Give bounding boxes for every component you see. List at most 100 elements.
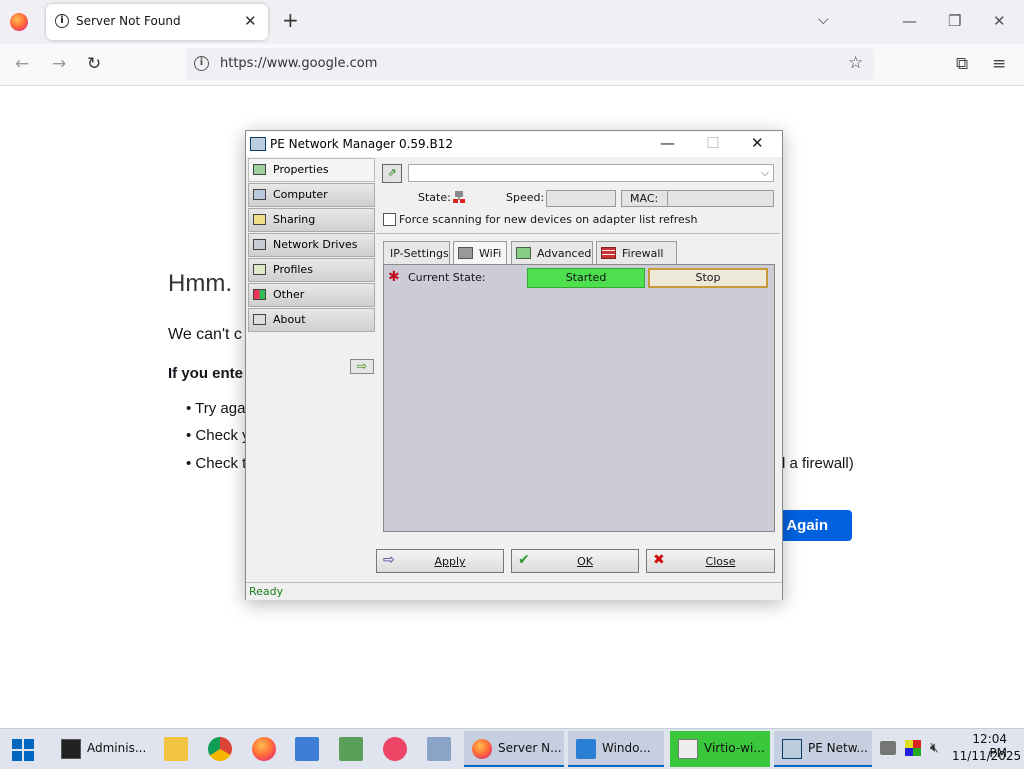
profiles-icon [253, 264, 266, 275]
wifi-tab-pane: ✱ Current State: Started Stop [383, 264, 775, 532]
advanced-icon [516, 247, 531, 259]
site-info-icon[interactable]: i [194, 56, 209, 71]
wifi-icon [458, 247, 473, 259]
dialog-titlebar[interactable]: PE Network Manager 0.59.B12 — ☐ ✕ [246, 131, 782, 157]
sidebar-item-about[interactable]: About [248, 308, 375, 332]
state-label: State: [418, 191, 451, 204]
file-explorer-icon[interactable] [164, 737, 188, 761]
dialog-maximize-icon[interactable]: ☐ [706, 133, 719, 153]
sidebar-item-profiles[interactable]: Profiles [248, 258, 375, 282]
new-tab-plus-icon[interactable]: + [282, 10, 299, 30]
speed-label: Speed: [506, 191, 545, 204]
properties-panel: ⇗ ⌵ State: Speed: MAC: Force scanning fo… [376, 157, 780, 573]
volume-mute-icon[interactable]: 🔇︎ [930, 740, 939, 756]
speed-value [546, 190, 616, 207]
restore-icon[interactable]: ❐ [948, 12, 961, 30]
dialog-sidebar: Properties Computer Sharing Network Driv… [246, 157, 376, 582]
about-icon [253, 314, 266, 325]
taskbar-item-pe-network[interactable]: PE Netw... [774, 731, 872, 767]
adapter-dropdown[interactable]: ⌵ [408, 164, 774, 182]
tab-bar: i Server Not Found ✕ + ⌵ — ❐ ✕ [0, 0, 1024, 44]
network-state-icon [453, 191, 465, 203]
reload-icon[interactable]: ↻ [87, 54, 101, 74]
monitor-icon [576, 739, 596, 759]
tab-firewall[interactable]: Firewall [596, 241, 677, 264]
sidebar-item-computer[interactable]: Computer [248, 183, 375, 207]
taskbar-item-virtio[interactable]: Virtio-wi... [670, 731, 770, 767]
sharing-folder-icon [253, 214, 266, 225]
sidebar-item-network-drives[interactable]: Network Drives [248, 233, 375, 257]
calculator-icon[interactable] [427, 737, 451, 761]
taskbar-item-terminal[interactable]: Adminis... [53, 731, 153, 767]
windows-start-icon[interactable] [12, 739, 34, 761]
clock-date[interactable]: 11/11/2025 [952, 749, 1021, 763]
sidebar-item-sharing[interactable]: Sharing [248, 208, 375, 232]
minimize-icon[interactable]: — [902, 12, 917, 30]
gear-status-icon: ✱ [388, 269, 400, 285]
list-tabs-chevron-icon[interactable]: ⌵ [818, 12, 829, 28]
status-bar: Ready [246, 582, 782, 600]
chevron-down-icon: ⌵ [760, 166, 769, 179]
firefox-logo-icon[interactable] [10, 13, 28, 31]
stop-button[interactable]: Stop [648, 268, 768, 288]
url-bar[interactable]: i https://www.google.com ☆ [186, 48, 874, 80]
bullet-tail-text: d a firewall) [777, 455, 854, 472]
taskbar-item-firefox[interactable]: Server N... [464, 731, 564, 767]
network-manager-icon [250, 137, 266, 151]
force-scan-label[interactable]: Force scanning for new devices on adapte… [399, 213, 698, 226]
paint-icon[interactable] [383, 737, 407, 761]
apply-button[interactable]: ⇨ Apply [376, 549, 504, 573]
tab-wifi[interactable]: WiFi [453, 241, 507, 264]
dialog-title: PE Network Manager 0.59.B12 [270, 137, 453, 151]
network-tray-icon[interactable] [880, 741, 896, 755]
error-text: We can't c [168, 326, 242, 343]
dialog-minimize-icon[interactable]: — [660, 133, 675, 153]
menu-hamburger-icon[interactable]: ≡ [992, 54, 1006, 74]
tab-advanced[interactable]: Advanced [511, 241, 593, 264]
bullet-item: • Try aga [186, 400, 246, 417]
firefox-icon[interactable] [252, 737, 276, 761]
sidebar-item-properties[interactable]: Properties [248, 158, 375, 182]
bullet-item: • Check y [186, 427, 250, 444]
firewall-brick-icon [601, 247, 616, 259]
spreadsheet-icon[interactable] [339, 737, 363, 761]
tab-close-icon[interactable]: ✕ [244, 12, 257, 30]
computer-icon [253, 189, 266, 200]
status-text: Ready [249, 585, 284, 598]
force-scan-checkbox[interactable] [383, 213, 396, 226]
notes-icon[interactable] [295, 737, 319, 761]
firefox-icon [472, 739, 492, 759]
mac-box: MAC: [621, 190, 774, 207]
window-close-icon[interactable]: ✕ [993, 12, 1006, 30]
error-hint: If you ente [168, 365, 244, 382]
dialog-close-icon[interactable]: ✕ [751, 133, 764, 153]
close-button[interactable]: ✖ Close [646, 549, 775, 573]
sidebar-collapse-arrow-icon[interactable]: ⇨ [350, 359, 374, 374]
bullet-item: • Check t [186, 455, 247, 472]
url-text[interactable]: https://www.google.com [220, 56, 377, 71]
sidebar-item-other[interactable]: Other [248, 283, 375, 307]
ok-button[interactable]: ✔ OK [511, 549, 639, 573]
pe-network-manager-window: PE Network Manager 0.59.B12 — ☐ ✕ Proper… [245, 130, 783, 600]
tab-ip-settings[interactable]: IP-Settings [383, 241, 450, 264]
current-state-label: Current State: [408, 271, 486, 284]
info-icon: i [55, 14, 69, 28]
other-icon [253, 289, 266, 300]
tab-title: Server Not Found [76, 14, 181, 28]
browser-tab[interactable]: i Server Not Found ✕ [46, 4, 268, 40]
adapter-go-button[interactable]: ⇗ [382, 164, 402, 183]
mac-value [667, 191, 774, 206]
chrome-icon[interactable] [208, 737, 232, 761]
terminal-icon [61, 739, 81, 759]
color-tray-icon[interactable] [905, 740, 921, 756]
extensions-icon[interactable]: ⧉ [956, 54, 968, 74]
forward-arrow-icon[interactable]: → [52, 54, 66, 74]
mac-label: MAC: [630, 192, 659, 205]
taskbar-item-windows[interactable]: Windo... [568, 731, 664, 767]
properties-icon [253, 164, 266, 175]
installer-icon [678, 739, 698, 759]
network-drive-icon [253, 239, 266, 250]
divider [376, 233, 780, 234]
back-arrow-icon[interactable]: ← [15, 54, 29, 74]
bookmark-star-icon[interactable]: ☆ [848, 53, 863, 73]
